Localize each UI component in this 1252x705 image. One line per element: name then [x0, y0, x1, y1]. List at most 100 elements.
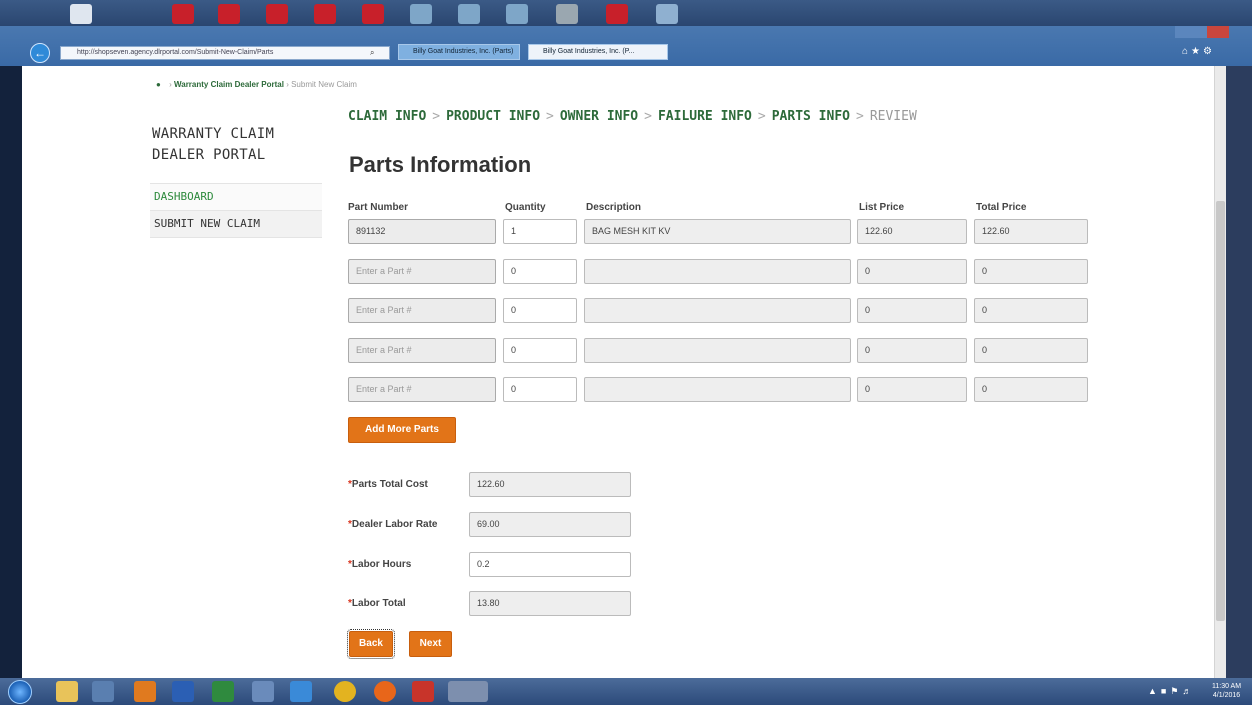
step-claim-info[interactable]: CLAIM INFO: [348, 109, 426, 124]
windows-taskbar: ▲■⚑♬ 11:30 AM 4/1/2016: [0, 678, 1252, 705]
total-price-field: 0: [974, 377, 1088, 402]
back-arrow-icon[interactable]: ←: [30, 43, 50, 63]
page-title: Parts Information: [349, 152, 532, 177]
clock-time: 11:30 AM: [1212, 683, 1242, 690]
system-clock[interactable]: 11:30 AM 4/1/2016: [1212, 682, 1241, 700]
desktop-right-strip: [1226, 66, 1252, 678]
app-icon[interactable]: [92, 681, 114, 702]
app-icon[interactable]: [412, 681, 434, 702]
part-number-input[interactable]: Enter a Part #: [348, 377, 496, 402]
sidebar-item-submit-new-claim[interactable]: SUBMIT NEW CLAIM: [150, 211, 322, 238]
pdf-file-icon[interactable]: [172, 4, 194, 24]
image-file-icon[interactable]: [458, 4, 480, 24]
powerpoint-icon[interactable]: [134, 681, 156, 702]
part-number-input[interactable]: 891132: [348, 219, 496, 244]
desktop-top-strip: [0, 0, 1252, 26]
pdf-file-icon[interactable]: [606, 4, 628, 24]
description-field: BAG MESH KIT KV: [584, 219, 851, 244]
app-icon[interactable]: [448, 681, 488, 702]
step-product-info[interactable]: PRODUCT INFO: [446, 109, 540, 124]
dealer-labor-rate-field: 69.00: [469, 512, 631, 537]
quantity-input[interactable]: 0: [503, 377, 577, 402]
add-more-parts-button[interactable]: Add More Parts: [348, 417, 456, 443]
internet-explorer-icon[interactable]: [290, 681, 312, 702]
step-separator: >: [432, 109, 441, 124]
total-price-field: 0: [974, 338, 1088, 363]
browser-toolbar: ← http://shopseven.agency.dlrportal.com/…: [0, 26, 1252, 66]
label-text: Dealer Labor Rate: [351, 519, 438, 530]
list-price-field: 0: [857, 298, 967, 323]
image-file-icon[interactable]: [506, 4, 528, 24]
breadcrumb: ● › Warranty Claim Dealer Portal › Submi…: [156, 80, 357, 89]
browser-tab-active[interactable]: Billy Goat Industries, Inc. (P...: [528, 44, 668, 60]
close-button[interactable]: [1207, 26, 1229, 38]
parts-total-cost-label: *Parts Total Cost: [348, 479, 428, 490]
label-text: Parts Total Cost: [351, 479, 428, 490]
step-owner-info[interactable]: OWNER INFO: [560, 109, 638, 124]
description-field: [584, 377, 851, 402]
excel-icon[interactable]: [212, 681, 234, 702]
part-number-input[interactable]: Enter a Part #: [348, 259, 496, 284]
desktop-left-strip: [0, 66, 22, 678]
back-button[interactable]: Back: [347, 629, 395, 659]
pdf-file-icon[interactable]: [314, 4, 336, 24]
column-header-part-number: Part Number: [348, 202, 409, 213]
total-price-field: 122.60: [974, 219, 1088, 244]
description-field: [584, 259, 851, 284]
step-separator: >: [757, 109, 766, 124]
step-progress: CLAIM INFO > PRODUCT INFO > OWNER INFO > FAILU…: [348, 109, 917, 124]
firefox-icon[interactable]: [374, 681, 396, 702]
sidebar-title-line2: DEALER PORTAL: [152, 147, 266, 163]
step-parts-info: PARTS INFO: [771, 109, 850, 124]
browser-tab[interactable]: Billy Goat Industries, Inc. (Parts): [398, 44, 520, 60]
word-icon[interactable]: [172, 681, 194, 702]
labor-total-field: 13.80: [469, 591, 631, 616]
step-separator: >: [644, 109, 652, 124]
quantity-input[interactable]: 0: [503, 259, 577, 284]
step-separator: >: [856, 109, 864, 124]
search-refresh-icon[interactable]: ⌕: [370, 46, 388, 60]
list-price-field: 0: [857, 377, 967, 402]
description-field: [584, 298, 851, 323]
system-tray-icons[interactable]: ▲■⚑♬: [1148, 686, 1195, 697]
file-explorer-icon[interactable]: [56, 681, 78, 702]
step-separator: >: [546, 109, 554, 124]
image-file-icon[interactable]: [410, 4, 432, 24]
quantity-input[interactable]: 0: [503, 338, 577, 363]
step-failure-info[interactable]: FAILURE INFO: [658, 109, 752, 124]
pdf-file-icon[interactable]: [362, 4, 384, 24]
start-button[interactable]: [8, 680, 32, 704]
minimize-button[interactable]: [1175, 26, 1191, 38]
image-file-icon[interactable]: [656, 4, 678, 24]
scrollbar-thumb[interactable]: [1216, 201, 1225, 621]
app-icon[interactable]: [252, 681, 274, 702]
labor-total-label: *Labor Total: [348, 598, 406, 609]
part-number-input[interactable]: Enter a Part #: [348, 298, 496, 323]
web-page: ● › Warranty Claim Dealer Portal › Submi…: [22, 66, 1214, 678]
quantity-input[interactable]: 0: [503, 298, 577, 323]
address-bar[interactable]: http://shopseven.agency.dlrportal.com/Su…: [60, 46, 390, 60]
list-price-field: 0: [857, 259, 967, 284]
sidebar-item-dashboard[interactable]: DASHBOARD: [150, 184, 322, 211]
next-button[interactable]: Next: [409, 631, 452, 657]
labor-hours-input[interactable]: 0.2: [469, 552, 631, 577]
home-bullet-icon[interactable]: ●: [156, 80, 161, 89]
chrome-icon[interactable]: [334, 681, 356, 702]
pdf-file-icon[interactable]: [266, 4, 288, 24]
desktop-app-icon[interactable]: [70, 4, 92, 24]
vertical-scrollbar[interactable]: [1214, 66, 1226, 678]
sidebar-nav: DASHBOARD SUBMIT NEW CLAIM: [150, 183, 322, 238]
pdf-file-icon[interactable]: [218, 4, 240, 24]
image-file-icon[interactable]: [556, 4, 578, 24]
labor-hours-label: *Labor Hours: [348, 559, 411, 570]
column-header-list-price: List Price: [859, 202, 905, 213]
sidebar-title-line1: WARRANTY CLAIM: [152, 126, 275, 142]
part-number-input[interactable]: Enter a Part #: [348, 338, 496, 363]
maximize-button[interactable]: [1191, 26, 1207, 38]
column-header-total-price: Total Price: [976, 202, 1027, 213]
total-price-field: 0: [974, 298, 1088, 323]
quantity-input[interactable]: 1: [503, 219, 577, 244]
home-star-gear-icons[interactable]: ⌂★⚙: [1182, 46, 1215, 57]
breadcrumb-link-portal[interactable]: Warranty Claim Dealer Portal: [174, 80, 284, 89]
window-controls: [1175, 26, 1230, 38]
